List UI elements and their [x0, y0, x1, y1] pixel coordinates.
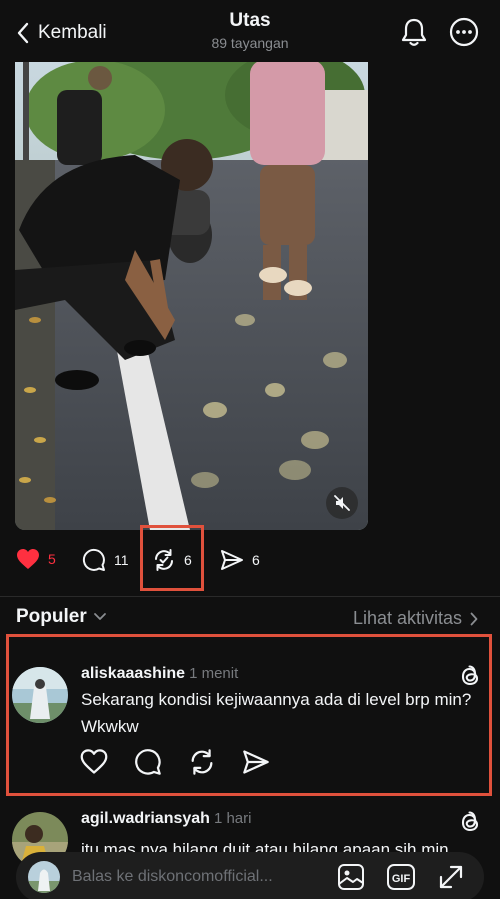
sort-label: Populer [16, 606, 87, 627]
view-activity-link[interactable]: Lihat aktivitas [353, 608, 478, 629]
like-count: 5 [48, 551, 56, 567]
reply-button[interactable]: 11 [82, 548, 129, 572]
video-frame [15, 60, 368, 530]
like-button[interactable]: 5 [16, 548, 56, 570]
back-button[interactable]: Kembali [16, 18, 107, 48]
threads-icon[interactable] [456, 808, 484, 836]
post-actions: 5 11 6 6 [0, 540, 500, 580]
share-count: 6 [252, 552, 260, 568]
reply-count: 11 [114, 552, 129, 568]
chevron-right-icon [470, 612, 478, 625]
image-icon[interactable] [336, 862, 366, 892]
gif-icon[interactable]: GIF [386, 862, 416, 892]
top-bar: Kembali Utas 89 tayangan [0, 0, 500, 62]
mute-icon [334, 495, 350, 511]
repost-highlight-box [140, 525, 204, 591]
view-activity-label: Lihat aktivitas [352, 608, 462, 628]
comment-highlight-box [6, 634, 492, 796]
chevron-left-icon [17, 22, 29, 44]
share-icon [221, 550, 243, 570]
comment-icon [82, 548, 105, 571]
share-button[interactable]: 6 [220, 548, 260, 572]
comment-username[interactable]: agil.wadriansyah 1 hari [81, 810, 251, 828]
bell-icon[interactable] [398, 16, 430, 48]
divider [0, 596, 500, 597]
page-title: Utas [229, 10, 271, 31]
timestamp: 1 hari [213, 810, 252, 827]
view-count: 89 tayangan [211, 35, 289, 51]
reply-input[interactable] [72, 865, 312, 889]
more-icon[interactable] [448, 16, 480, 48]
reply-bar: GIF [16, 852, 484, 899]
avatar [28, 861, 60, 893]
svg-text:GIF: GIF [392, 873, 411, 885]
expand-icon[interactable] [436, 862, 466, 892]
mute-button[interactable] [326, 487, 358, 519]
chevron-down-icon [93, 613, 106, 620]
username[interactable]: agil.wadriansyah [81, 810, 210, 827]
heart-icon [17, 549, 39, 569]
post-video[interactable] [15, 60, 368, 530]
title-block: Utas 89 tayangan [150, 10, 350, 51]
comment-item[interactable]: agil.wadriansyah 1 hari itu mas nya hilan… [0, 800, 500, 868]
back-label: Kembali [38, 22, 107, 43]
sort-dropdown[interactable]: Populer [16, 606, 107, 628]
